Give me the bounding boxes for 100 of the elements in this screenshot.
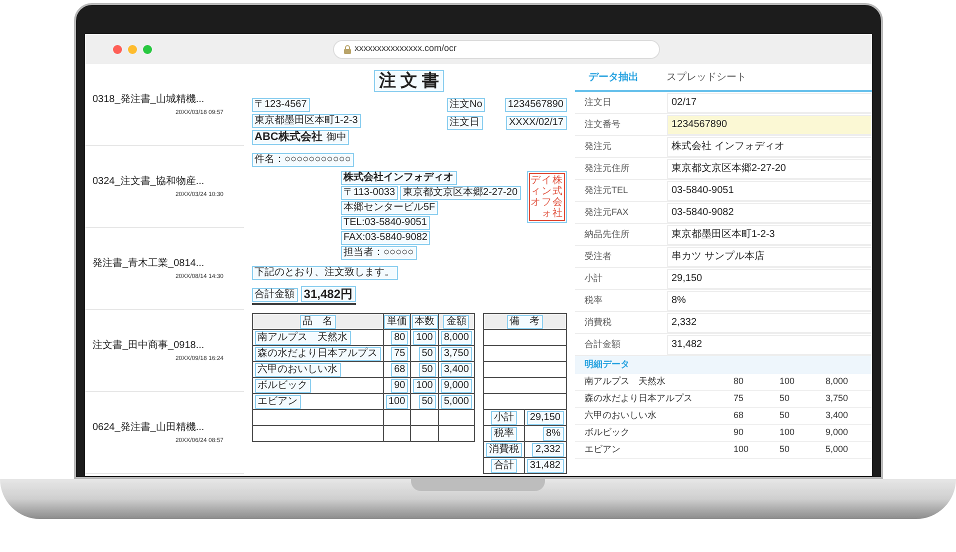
tab[interactable]: スプレッドシート	[666, 70, 746, 84]
ocr-text: 東京都文京区本郷2-27-20	[400, 186, 520, 200]
ocr-text: 80	[391, 330, 408, 344]
ocr-text: ボルビック	[254, 378, 310, 392]
detail-cell-text: 50	[780, 392, 791, 406]
ocr-text: 90	[391, 378, 408, 392]
field-label: 発注元住所	[584, 162, 630, 175]
value-field[interactable]: 東京都文京区本郷2-27-20	[666, 158, 872, 178]
field-label: 小計	[584, 272, 604, 285]
detail-cell-text: 森の水だより日本アルプス	[584, 392, 694, 406]
detail-cell-text: エビアン	[584, 443, 622, 456]
ocr-text: 5,000	[440, 394, 472, 408]
file-title: 0624_発注書_山田精機...	[92, 420, 206, 434]
ocr-text: 備 考	[506, 314, 543, 328]
ocr-text: 注文日	[446, 116, 482, 130]
ocr-text: 合計	[490, 458, 517, 472]
detail-cell-text: 80	[734, 375, 745, 388]
detail-cell-text: 100	[780, 426, 796, 440]
file-title: 注文書_田中商事_0918...	[92, 338, 206, 352]
ocr-text: エビアン	[254, 394, 300, 408]
ocr-text: TEL:03-5840-9051	[340, 216, 430, 230]
value-field[interactable]: 8%	[666, 290, 872, 310]
honorific: 御中	[326, 131, 346, 144]
value-field[interactable]: 29,150	[666, 268, 872, 288]
ocr-text: 本郷センタービル5F	[340, 201, 438, 215]
ocr-text: 1234567890	[504, 98, 566, 112]
value-field[interactable]: 東京都墨田区本町1-2-3	[666, 224, 872, 244]
detail-cell-text: 3,750	[826, 392, 850, 406]
ocr-text: 南アルプス 天然水	[254, 330, 350, 344]
detail-cell-text: ボルビック	[584, 426, 630, 440]
ocr-text: 件名：○○○○○○○○○○○	[252, 153, 354, 167]
detail-cell-text: 90	[734, 426, 745, 440]
field-label: 発注元TEL	[584, 184, 630, 197]
ocr-text: 〒123-4567	[252, 98, 310, 112]
detail-cell-text: 100	[780, 375, 796, 388]
ocr-text: 50	[418, 394, 436, 408]
ocr-text: 2,332	[532, 442, 564, 456]
detail-cell-text: 50	[780, 409, 791, 422]
ocr-text: 東京都墨田区本町1-2-3	[252, 114, 361, 128]
ocr-text: 小計	[490, 410, 517, 424]
field-label: 発注元FAX	[584, 206, 630, 219]
ocr-text: 29,150	[526, 410, 564, 424]
field-label: 受注者	[584, 250, 612, 263]
ocr-text: 3,400	[440, 362, 472, 376]
ocr-text: 注文No	[446, 98, 486, 112]
ocr-text: 68	[391, 362, 408, 376]
detail-cell-text: 六甲のおいしい水	[584, 409, 658, 422]
file-title: 0324_注文書_協和物産...	[92, 174, 206, 188]
value-field[interactable]: 株式会社 インフォディオ	[666, 136, 872, 156]
ocr-text: XXXX/02/17	[506, 116, 566, 130]
document-title: 注 文 書	[374, 70, 444, 92]
detail-cell-text: 9,000	[826, 426, 850, 440]
field-label: 納品先住所	[584, 228, 630, 241]
ocr-text: 金額	[443, 314, 470, 328]
field-label: 税率	[584, 294, 604, 307]
ocr-text: 森の水だより日本アルプス	[254, 346, 380, 360]
ocr-text: 3,750	[440, 346, 472, 360]
detail-cell-text: 8,000	[826, 375, 850, 388]
ocr-text: 100	[413, 378, 436, 392]
details-header: 明細データ	[574, 356, 872, 374]
ocr-text: 9,000	[440, 378, 472, 392]
seal-text: ディオ	[530, 175, 540, 210]
ocr-text: 75	[391, 346, 408, 360]
file-title: 発注書_青木工業_0814...	[92, 256, 206, 270]
field-label: 合計金額	[584, 338, 622, 351]
field-label: 注文番号	[584, 118, 622, 131]
ocr-text: 8,000	[440, 330, 472, 344]
ocr-text: 税率	[490, 426, 517, 440]
ocr-text: 100	[386, 394, 408, 408]
value-field[interactable]: 串カツ サンプル本店	[666, 246, 872, 266]
value-field[interactable]: 2,332	[666, 312, 872, 332]
ocr-text: 8%	[543, 426, 564, 440]
value-field[interactable]: 02/17	[666, 92, 872, 112]
ocr-text: 〒113-0033	[340, 186, 398, 200]
ocr-text: 100	[413, 330, 436, 344]
seal-text: インフォ	[542, 175, 552, 219]
ocr-text: 31,482	[526, 458, 564, 472]
detail-cell-text: 南アルプス 天然水	[584, 375, 666, 388]
ocr-text: 50	[418, 346, 436, 360]
ocr-text: 単価	[384, 314, 410, 328]
ocr-text: FAX:03-5840-9082	[340, 231, 430, 245]
value-field[interactable]: 31,482	[666, 334, 872, 354]
detail-cell-text: 75	[734, 392, 745, 406]
field-label: 消費税	[584, 316, 612, 329]
url-text: xxxxxxxxxxxxxxx.com/ocr	[354, 42, 457, 56]
detail-cell-text: 5,000	[826, 443, 850, 456]
value-field[interactable]: 03-5840-9051	[666, 180, 872, 200]
value-field[interactable]: 03-5840-9082	[666, 202, 872, 222]
detail-cell-text: 50	[780, 443, 791, 456]
field-label: 発注元	[584, 140, 612, 153]
detail-cell-text: 68	[734, 409, 745, 422]
value-field[interactable]: 1234567890	[666, 114, 872, 134]
file-title: 0318_発注書_山城精機...	[92, 92, 206, 106]
ocr-text: 本数	[412, 314, 438, 328]
address-bar[interactable]: xxxxxxxxxxxxxxx.com/ocr	[332, 40, 660, 58]
ocr-text: 合計金額	[252, 288, 298, 302]
recipient-name: ABC株式会社	[254, 131, 322, 144]
ocr-text: 品 名	[300, 314, 336, 328]
ocr-text: 50	[418, 362, 436, 376]
ocr-text: 消費税	[486, 442, 522, 456]
